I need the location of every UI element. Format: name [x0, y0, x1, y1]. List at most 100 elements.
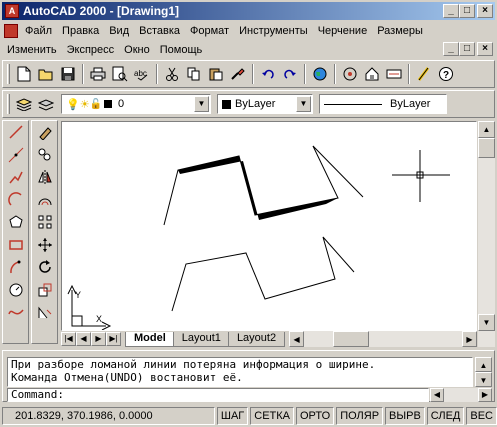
color-combo[interactable]: ByLayer ▼	[217, 94, 313, 114]
vertical-scrollbar[interactable]: ▲ ▼	[478, 121, 495, 347]
prev-tab-button[interactable]: ◀	[76, 332, 91, 346]
spline-icon[interactable]	[3, 301, 29, 324]
first-tab-button[interactable]: |◀	[61, 332, 76, 346]
menu-view[interactable]: Вид	[104, 25, 134, 37]
command-scroll-right-button[interactable]: ▶	[478, 388, 492, 402]
xline-icon[interactable]	[3, 144, 29, 167]
paste-icon[interactable]	[205, 63, 227, 85]
menu-format[interactable]: Формат	[185, 25, 234, 37]
rotate-icon[interactable]	[32, 256, 58, 279]
linetype-combo[interactable]: ByLayer	[319, 94, 447, 114]
polyline-icon[interactable]	[3, 166, 29, 189]
menu-edit[interactable]: Правка	[57, 25, 104, 37]
maximize-button[interactable]: □	[459, 4, 475, 18]
scroll-up-button[interactable]: ▲	[478, 121, 495, 138]
chevron-down-icon[interactable]: ▼	[296, 96, 311, 112]
layers-icon[interactable]	[13, 93, 35, 115]
polyline-lower[interactable]	[171, 236, 355, 312]
command-scroll-left-button[interactable]: ◀	[430, 388, 444, 402]
make-object-layer-current-icon[interactable]	[35, 93, 57, 115]
doc-minimize-button[interactable]: _	[443, 42, 459, 56]
doc-restore-button[interactable]: □	[459, 42, 475, 56]
toolbar-separator	[408, 64, 410, 84]
save-icon[interactable]	[57, 63, 79, 85]
document-icon[interactable]	[4, 23, 18, 38]
stretch-icon[interactable]	[32, 301, 58, 324]
menu-help[interactable]: Помощь	[155, 44, 208, 56]
toolbar-grip[interactable]	[7, 94, 10, 114]
redo-icon[interactable]	[279, 63, 301, 85]
circle-icon[interactable]	[3, 279, 29, 302]
menu-file[interactable]: Файл	[20, 25, 57, 37]
command-scroll-up-button[interactable]: ▲	[475, 357, 492, 372]
scroll-left-button[interactable]: ◀	[289, 331, 305, 347]
layer-combo[interactable]: 💡 ☀ 🔓 0 ▼	[61, 94, 211, 114]
undo-icon[interactable]	[257, 63, 279, 85]
command-scroll-down-button[interactable]: ▼	[475, 372, 492, 387]
grid-toggle[interactable]: СЕТКА	[250, 407, 294, 425]
print-icon[interactable]	[87, 63, 109, 85]
last-tab-button[interactable]: ▶|	[106, 332, 121, 346]
spline-arc-icon[interactable]	[3, 256, 29, 279]
polygon-icon[interactable]	[3, 211, 29, 234]
zoom-realtime-icon[interactable]	[361, 63, 383, 85]
print-preview-icon[interactable]	[109, 63, 131, 85]
web-icon[interactable]	[309, 63, 331, 85]
autocad-app-icon[interactable]: A	[5, 4, 19, 18]
menu-tools[interactable]: Инструменты	[234, 25, 313, 37]
open-icon[interactable]	[35, 63, 57, 85]
erase-icon[interactable]	[32, 121, 58, 144]
menu-express[interactable]: Экспресс	[62, 44, 120, 56]
menu-dimension[interactable]: Размеры	[372, 25, 428, 37]
command-vertical-scrollbar[interactable]: ▲ ▼	[475, 357, 492, 387]
otrack-toggle[interactable]: СЛЕД	[426, 407, 465, 425]
next-tab-button[interactable]: ▶	[91, 332, 106, 346]
new-icon[interactable]	[13, 63, 35, 85]
vertical-scroll-thumb[interactable]	[478, 138, 495, 158]
toolbar-grip[interactable]	[7, 64, 10, 84]
scale-icon[interactable]	[32, 279, 58, 302]
ortho-toggle[interactable]: ОРТО	[296, 407, 335, 425]
tab-layout2[interactable]: Layout2	[227, 331, 286, 347]
doc-close-button[interactable]: ×	[477, 42, 493, 56]
polyline-upper[interactable]	[163, 145, 339, 226]
cut-icon[interactable]	[161, 63, 183, 85]
snap-toggle[interactable]: ШАГ	[216, 407, 249, 425]
match-properties-icon[interactable]	[227, 63, 249, 85]
pan-realtime-icon[interactable]	[339, 63, 361, 85]
title-bar[interactable]: A AutoCAD 2000 - [Drawing1] _ □ ×	[2, 2, 495, 20]
offset-icon[interactable]	[32, 189, 58, 212]
osnap-toggle[interactable]: ВЫРВ	[385, 407, 425, 425]
scroll-right-button[interactable]: ▶	[462, 331, 477, 347]
lineweight-toggle[interactable]: ВЕС	[466, 407, 497, 425]
move-icon[interactable]	[32, 234, 58, 257]
scroll-down-button[interactable]: ▼	[478, 314, 495, 331]
drawing-canvas[interactable]: Y X	[61, 121, 477, 331]
menu-insert[interactable]: Вставка	[134, 25, 185, 37]
tab-layout1[interactable]: Layout1	[172, 331, 230, 347]
horizontal-scroll-thumb[interactable]	[333, 331, 370, 347]
polar-toggle[interactable]: ПОЛЯР	[336, 407, 384, 425]
tab-model[interactable]: Model	[125, 331, 175, 347]
menu-draw[interactable]: Черчение	[313, 25, 373, 37]
copy-object-icon[interactable]	[32, 144, 58, 167]
help-icon[interactable]: ?	[435, 63, 457, 85]
properties-icon[interactable]	[413, 63, 435, 85]
horizontal-scrollbar[interactable]: ◀ ▶	[289, 331, 477, 347]
coordinates-display[interactable]: 201.8329, 370.1986, 0.0000	[2, 407, 215, 425]
rectangle-icon[interactable]	[3, 234, 29, 257]
menu-modify[interactable]: Изменить	[2, 44, 62, 56]
menu-window[interactable]: Окно	[119, 44, 155, 56]
array-icon[interactable]	[32, 211, 58, 234]
close-button[interactable]: ×	[477, 4, 493, 18]
command-input[interactable]: Command:	[7, 388, 429, 402]
minimize-button[interactable]: _	[443, 4, 459, 18]
chevron-down-icon[interactable]: ▼	[194, 96, 209, 112]
line-icon[interactable]	[3, 121, 29, 144]
spell-check-icon[interactable]: abc	[131, 63, 153, 85]
mirror-icon[interactable]	[32, 166, 58, 189]
zoom-window-icon[interactable]	[383, 63, 405, 85]
copy-icon[interactable]	[183, 63, 205, 85]
command-horizontal-scrollbar[interactable]: ◀ ▶	[430, 388, 492, 402]
arc-icon[interactable]	[3, 189, 29, 212]
